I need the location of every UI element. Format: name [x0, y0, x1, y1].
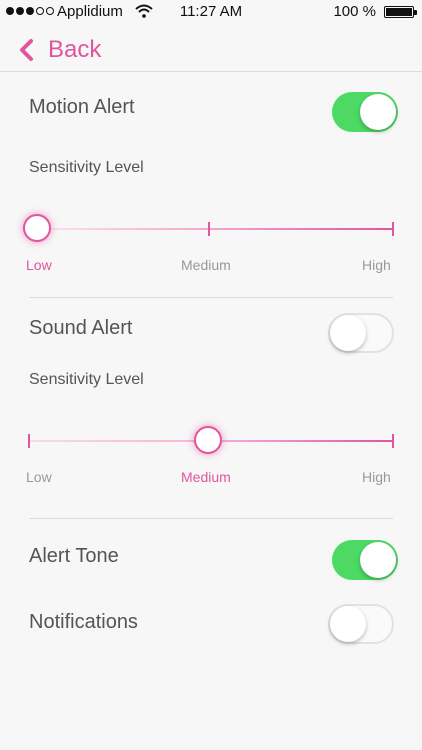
slider-tick-low: [28, 434, 30, 448]
back-label: Back: [48, 36, 102, 63]
chevron-left-icon: [20, 39, 33, 61]
status-bar: Applidium 11:27 AM 100 %: [0, 0, 422, 24]
slider-tick-medium: [208, 222, 210, 236]
sound-alert-toggle[interactable]: [328, 313, 394, 353]
slider-thumb[interactable]: [23, 214, 51, 242]
sound-level-low[interactable]: Low: [26, 469, 52, 485]
notifications-toggle[interactable]: [328, 604, 394, 644]
navigation-bar: Back: [0, 26, 422, 72]
slider-tick-high: [392, 222, 394, 236]
section-divider: [29, 297, 393, 298]
slider-thumb[interactable]: [194, 426, 222, 454]
motion-sensitivity-label: Sensitivity Level: [29, 159, 144, 176]
motion-sensitivity-slider[interactable]: [23, 214, 394, 244]
battery-percentage: 100 %: [333, 3, 376, 20]
motion-level-medium[interactable]: Medium: [181, 257, 231, 273]
sound-alert-label: Sound Alert: [29, 317, 133, 339]
notifications-label: Notifications: [29, 611, 138, 633]
motion-alert-label: Motion Alert: [29, 96, 135, 118]
back-button[interactable]: Back: [18, 36, 101, 64]
alert-tone-label: Alert Tone: [29, 545, 119, 567]
motion-level-high[interactable]: High: [362, 257, 391, 273]
sound-sensitivity-slider[interactable]: [28, 426, 394, 456]
sound-sensitivity-label: Sensitivity Level: [29, 371, 144, 388]
sound-level-high[interactable]: High: [362, 469, 391, 485]
section-divider: [29, 518, 393, 519]
motion-level-low[interactable]: Low: [26, 257, 52, 273]
battery-icon: [384, 6, 417, 18]
sound-level-medium[interactable]: Medium: [181, 469, 231, 485]
slider-track: [28, 228, 394, 230]
alert-tone-toggle[interactable]: [332, 540, 398, 580]
slider-tick-high: [392, 434, 394, 448]
motion-alert-toggle[interactable]: [332, 92, 398, 132]
